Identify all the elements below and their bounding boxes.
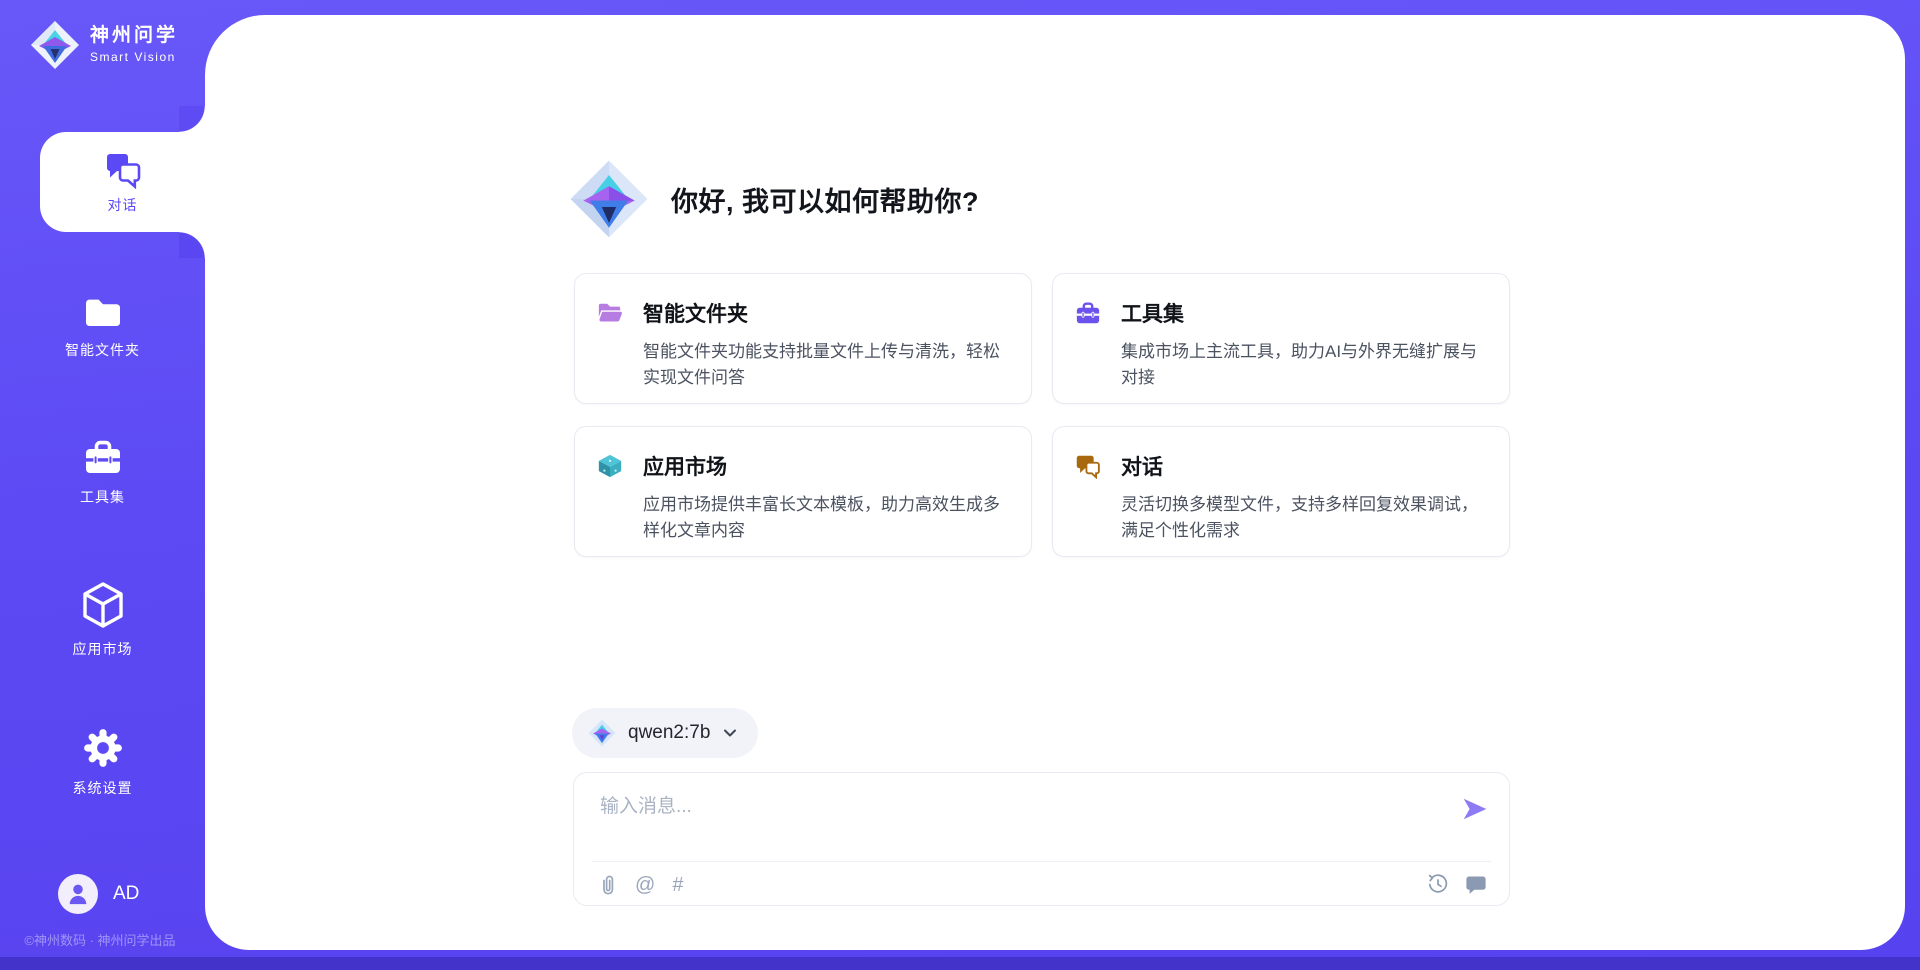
avatar [58, 874, 98, 914]
card-description: 智能文件夹功能支持批量文件上传与清洗，轻松实现文件问答 [643, 339, 1005, 390]
main-content-panel: 你好, 我可以如何帮助你? 智能文件夹 智能文件夹功能支持批量文件上传与清洗，轻… [205, 15, 1905, 950]
card-chat[interactable]: 对话 灵活切换多模型文件，支持多样回复效果调试，满足个性化需求 [1052, 426, 1510, 557]
message-input[interactable] [598, 789, 1432, 845]
message-composer: @ # [573, 772, 1510, 906]
brand-diamond-icon [569, 158, 649, 240]
sidebar-item-settings[interactable]: 系统设置 [0, 727, 205, 798]
mention-icon[interactable]: @ [635, 875, 655, 895]
chevron-down-icon [722, 725, 738, 741]
user-initials: AD [113, 883, 139, 905]
copyright-text: ©神州数码 · 神州问学出品 [0, 930, 200, 949]
card-smart-folder[interactable]: 智能文件夹 智能文件夹功能支持批量文件上传与清洗，轻松实现文件问答 [574, 273, 1032, 404]
cube-icon [81, 580, 125, 630]
composer-tools: @ # [598, 874, 683, 896]
cube-grid-icon [597, 453, 623, 479]
chat-bubble-icon [1075, 453, 1101, 479]
feature-cards: 智能文件夹 智能文件夹功能支持批量文件上传与清洗，轻松实现文件问答 工具 [574, 273, 1514, 557]
sidebar-item-label: 系统设置 [73, 778, 133, 798]
sidebar-item-chat[interactable]: 对话 [40, 132, 205, 232]
hashtag-icon[interactable]: # [672, 875, 683, 895]
sidebar-item-app-market[interactable]: 应用市场 [0, 580, 205, 659]
sidebar-item-smart-folder[interactable]: 智能文件夹 [0, 295, 205, 360]
greeting-block: 你好, 我可以如何帮助你? [569, 158, 979, 240]
greeting-title: 你好, 我可以如何帮助你? [671, 180, 979, 219]
tab-fillet-top [179, 106, 205, 132]
brand-diamond-icon [30, 20, 80, 70]
sidebar-item-label: 应用市场 [73, 639, 133, 659]
model-logo-icon [588, 719, 616, 747]
card-title: 智能文件夹 [643, 298, 748, 328]
card-title: 工具集 [1121, 298, 1184, 328]
person-icon [67, 882, 89, 906]
model-selector[interactable]: qwen2:7b [572, 708, 758, 758]
history-icon[interactable] [1427, 873, 1449, 895]
folder-icon [82, 295, 124, 331]
card-description: 应用市场提供丰富长文本模板，助力高效生成多样化文章内容 [643, 492, 1005, 543]
toolbox-icon [1075, 300, 1101, 326]
sidebar-item-label: 对话 [108, 195, 138, 215]
card-app-market[interactable]: 应用市场 应用市场提供丰富长文本模板，助力高效生成多样化文章内容 [574, 426, 1032, 557]
gear-icon [82, 727, 124, 769]
chat-bubbles-icon [103, 149, 143, 189]
feedback-bubble-icon[interactable] [1465, 873, 1487, 895]
sidebar-item-label: 智能文件夹 [65, 340, 140, 360]
app-name: 神州问学 [90, 26, 178, 47]
app-subtitle: Smart Vision [90, 50, 178, 64]
paperclip-icon[interactable] [598, 874, 618, 896]
card-description: 集成市场上主流工具，助力AI与外界无缝扩展与对接 [1121, 339, 1483, 390]
sidebar-item-label: 工具集 [80, 487, 125, 507]
app-logo: 神州问学 Smart Vision [30, 20, 178, 70]
app-window: 你好, 我可以如何帮助你? 智能文件夹 智能文件夹功能支持批量文件上传与清洗，轻… [0, 0, 1920, 970]
sidebar: 神州问学 Smart Vision 对话 智能文件夹 [0, 0, 205, 970]
user-account[interactable]: AD [58, 874, 139, 914]
composer-right-tools [1427, 873, 1487, 895]
composer-divider [592, 861, 1491, 862]
card-description: 灵活切换多模型文件，支持多样回复效果调试，满足个性化需求 [1121, 492, 1483, 543]
tab-fillet-bottom [179, 232, 205, 258]
model-name: qwen2:7b [628, 722, 710, 744]
toolbox-icon [82, 438, 124, 478]
card-title: 应用市场 [643, 451, 727, 481]
send-icon[interactable] [1461, 795, 1489, 823]
bottom-strip [0, 957, 1920, 970]
sidebar-item-toolset[interactable]: 工具集 [0, 438, 205, 507]
folder-open-icon [597, 300, 623, 326]
card-toolset[interactable]: 工具集 集成市场上主流工具，助力AI与外界无缝扩展与对接 [1052, 273, 1510, 404]
card-title: 对话 [1121, 451, 1163, 481]
